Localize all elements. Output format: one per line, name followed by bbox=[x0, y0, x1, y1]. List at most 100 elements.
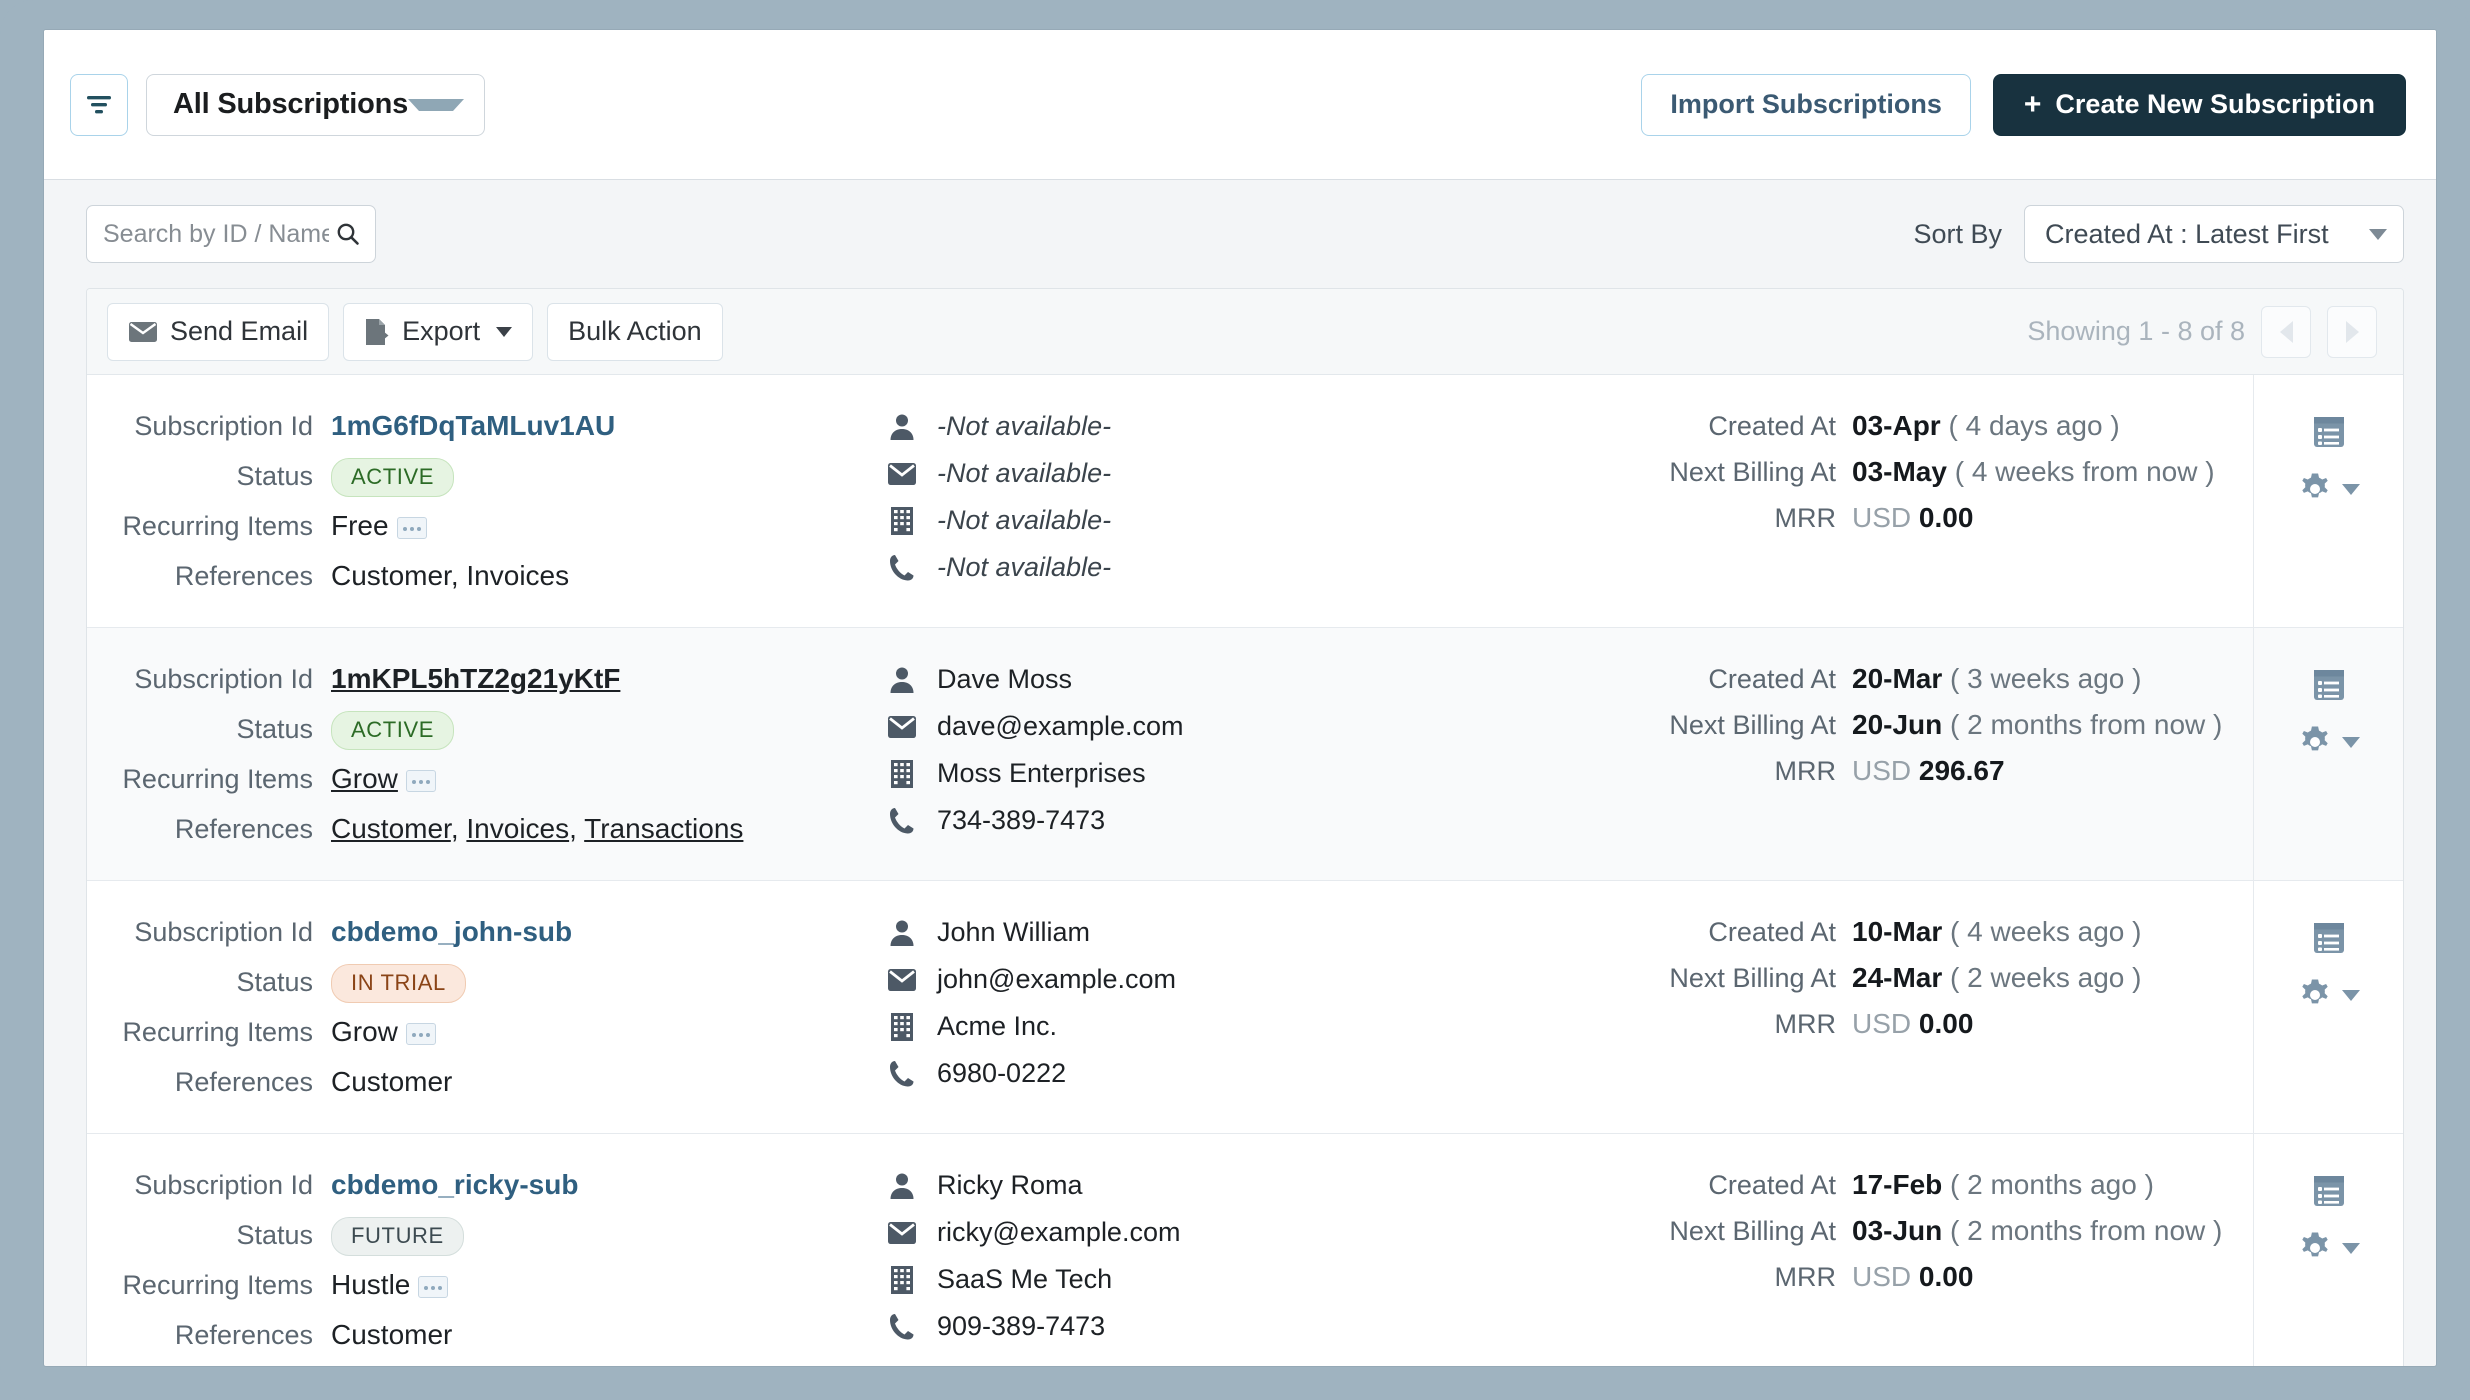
recurring-items-label: Recurring Items bbox=[122, 1270, 313, 1300]
contact-column: -Not available- -Not available- -Not ava… bbox=[887, 375, 1487, 627]
next-billing-at-label: Next Billing At bbox=[1669, 457, 1836, 487]
next-billing-at-label: Next Billing At bbox=[1669, 963, 1836, 993]
subscription-row[interactable]: Subscription Id 1mG6fDqTaMLuv1AU Status … bbox=[87, 375, 2403, 628]
topbar-left-group: All Subscriptions bbox=[70, 73, 486, 136]
phone-icon bbox=[890, 807, 914, 834]
mrr-label: MRR bbox=[1774, 503, 1837, 533]
recurring-item-link[interactable]: Hustle bbox=[331, 1269, 410, 1300]
more-options-icon[interactable] bbox=[405, 1022, 436, 1045]
search-input[interactable] bbox=[87, 206, 375, 262]
row-settings-button[interactable] bbox=[2298, 978, 2360, 1012]
created-at-date: 20-Mar bbox=[1852, 663, 1943, 694]
building-icon bbox=[891, 1265, 913, 1294]
envelope-icon bbox=[129, 321, 157, 342]
reference-link[interactable]: Customer bbox=[331, 1066, 452, 1097]
mrr-currency: USD bbox=[1852, 502, 1912, 533]
subscription-row[interactable]: Subscription Id cbdemo_ricky-sub Status … bbox=[87, 1134, 2403, 1366]
billing-column: Created At 20-Mar ( 3 weeks ago ) Next B… bbox=[1487, 628, 2253, 880]
view-details-button[interactable] bbox=[2312, 668, 2346, 707]
next-page-button[interactable] bbox=[2327, 305, 2377, 358]
contact-phone-line: 6980-0222 bbox=[887, 1050, 1487, 1097]
recurring-items-field: Recurring Items Free bbox=[109, 503, 887, 549]
reference-link[interactable]: Invoices bbox=[466, 813, 569, 844]
view-details-button[interactable] bbox=[2312, 1174, 2346, 1213]
contact-column: Ricky Roma ricky@example.com SaaS Me Tec… bbox=[887, 1134, 1487, 1366]
more-options-icon[interactable] bbox=[405, 769, 436, 792]
next-billing-relative: ( 2 months from now ) bbox=[1950, 1215, 2223, 1246]
status-label: Status bbox=[236, 714, 313, 744]
showing-count-text: Showing 1 - 8 of 8 bbox=[2027, 316, 2245, 346]
create-new-subscription-button[interactable]: + Create New Subscription bbox=[1992, 73, 2406, 136]
list-view-icon bbox=[2313, 417, 2344, 447]
search-box[interactable] bbox=[86, 205, 376, 263]
contact-phone: -Not available- bbox=[937, 552, 1112, 582]
plus-icon: + bbox=[2023, 87, 2042, 121]
references-field: References Customer bbox=[109, 1059, 887, 1105]
references-label: References bbox=[174, 1067, 313, 1097]
filter-button[interactable] bbox=[70, 73, 128, 136]
created-at-relative: ( 4 weeks ago ) bbox=[1950, 916, 2142, 947]
contact-company: -Not available- bbox=[937, 505, 1112, 535]
export-icon bbox=[366, 318, 389, 345]
reference-link[interactable]: Invoices bbox=[466, 560, 569, 591]
recurring-item-link[interactable]: Free bbox=[331, 510, 389, 541]
chevron-down-icon bbox=[408, 98, 465, 111]
person-icon bbox=[890, 920, 914, 946]
subscriptions-card: Send Email Export Bulk Action Showing 1 … bbox=[86, 288, 2404, 1366]
row-settings-button[interactable] bbox=[2298, 1231, 2360, 1265]
next-billing-at-field: Next Billing At 03-Jun ( 2 months from n… bbox=[1487, 1208, 2253, 1254]
recurring-items-label: Recurring Items bbox=[122, 764, 313, 794]
subscription-id-link[interactable]: cbdemo_ricky-sub bbox=[331, 1169, 578, 1200]
previous-page-button[interactable] bbox=[2261, 305, 2311, 358]
chevron-right-icon bbox=[2345, 320, 2359, 343]
recurring-item-link[interactable]: Grow bbox=[331, 1016, 398, 1047]
view-details-button[interactable] bbox=[2312, 921, 2346, 960]
status-badge: IN TRIAL bbox=[331, 964, 466, 1004]
send-email-button[interactable]: Send Email bbox=[107, 302, 330, 361]
recurring-items-field: Recurring Items Hustle bbox=[109, 1262, 887, 1308]
billing-column: Created At 10-Mar ( 4 weeks ago ) Next B… bbox=[1487, 881, 2253, 1133]
next-billing-relative: ( 2 weeks ago ) bbox=[1950, 962, 2142, 993]
contact-name-line: Dave Moss bbox=[887, 656, 1487, 703]
reference-link[interactable]: Customer bbox=[331, 813, 451, 844]
subscription-summary-column: Subscription Id 1mG6fDqTaMLuv1AU Status … bbox=[87, 375, 887, 627]
view-details-button[interactable] bbox=[2312, 415, 2346, 454]
row-settings-button[interactable] bbox=[2298, 725, 2360, 759]
references-field: References Customer, Invoices, Transacti… bbox=[109, 806, 887, 852]
sort-by-label: Sort By bbox=[1913, 218, 2002, 249]
search-sort-row: Sort By Created At : Latest First bbox=[44, 180, 2436, 288]
bulk-action-button[interactable]: Bulk Action bbox=[547, 302, 723, 361]
subscription-id-link[interactable]: 1mKPL5hTZ2g21yKtF bbox=[331, 663, 620, 694]
subscription-row[interactable]: Subscription Id cbdemo_john-sub Status I… bbox=[87, 881, 2403, 1134]
phone-icon bbox=[890, 1060, 914, 1087]
more-options-icon[interactable] bbox=[418, 1275, 449, 1298]
person-icon bbox=[890, 667, 914, 693]
reference-link[interactable]: Customer bbox=[331, 560, 451, 591]
reference-link[interactable]: Customer bbox=[331, 1319, 452, 1350]
envelope-icon bbox=[888, 462, 916, 485]
more-options-icon[interactable] bbox=[396, 516, 427, 539]
building-icon bbox=[891, 1012, 913, 1041]
references-value: Customer bbox=[331, 1059, 452, 1104]
person-icon bbox=[890, 414, 914, 440]
recurring-item-link[interactable]: Grow bbox=[331, 763, 398, 794]
subscriptions-list: Subscription Id 1mG6fDqTaMLuv1AU Status … bbox=[87, 375, 2403, 1366]
subscription-scope-dropdown[interactable]: All Subscriptions bbox=[146, 73, 486, 136]
reference-link[interactable]: Transactions bbox=[584, 813, 743, 844]
subscription-id-link[interactable]: 1mG6fDqTaMLuv1AU bbox=[331, 410, 615, 441]
references-value: Customer bbox=[331, 1312, 452, 1357]
export-label: Export bbox=[402, 316, 481, 346]
gear-icon bbox=[2301, 726, 2328, 751]
contact-phone: 909-389-7473 bbox=[937, 1311, 1106, 1341]
sort-by-dropdown[interactable]: Created At : Latest First bbox=[2024, 205, 2404, 263]
references-label: References bbox=[174, 1320, 313, 1350]
subscription-id-link[interactable]: cbdemo_john-sub bbox=[331, 916, 572, 947]
import-subscriptions-button[interactable]: Import Subscriptions bbox=[1641, 73, 1971, 136]
export-button[interactable]: Export bbox=[343, 302, 534, 361]
next-billing-at-label: Next Billing At bbox=[1669, 710, 1836, 740]
row-settings-button[interactable] bbox=[2298, 472, 2360, 506]
bulk-actions-toolbar: Send Email Export Bulk Action Showing 1 … bbox=[87, 289, 2403, 375]
references-label: References bbox=[174, 814, 313, 844]
subscription-row[interactable]: Subscription Id 1mKPL5hTZ2g21yKtF Status… bbox=[87, 628, 2403, 881]
contact-phone-line: 734-389-7473 bbox=[887, 797, 1487, 844]
